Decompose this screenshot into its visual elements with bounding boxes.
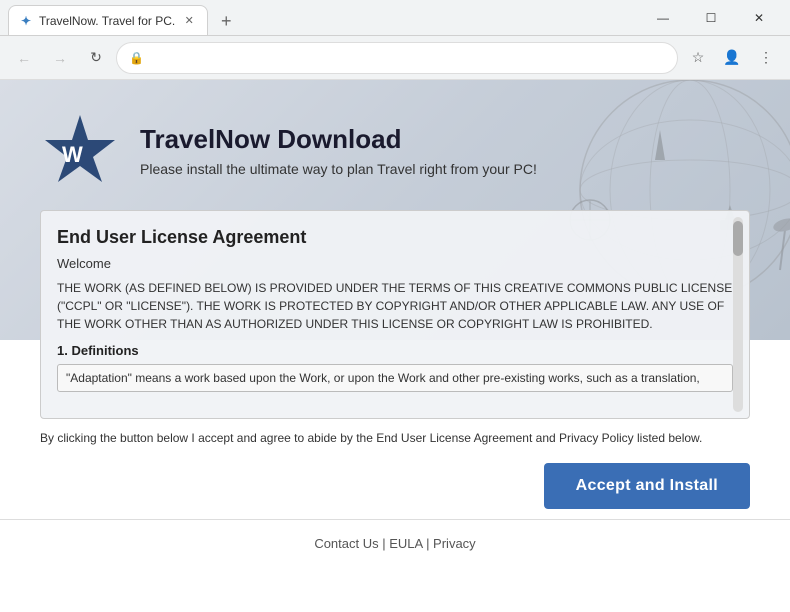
active-tab[interactable]: ✦ TravelNow. Travel for PC. ✕ xyxy=(8,5,208,35)
menu-button[interactable]: ⋮ xyxy=(750,42,782,74)
page-title: TravelNow Download xyxy=(140,124,537,155)
consent-text: By clicking the button below I accept an… xyxy=(40,429,750,447)
eula-welcome: Welcome xyxy=(57,256,733,271)
close-window-button[interactable]: ✕ xyxy=(736,3,782,33)
new-tab-button[interactable]: + xyxy=(212,7,240,35)
eula-container: End User License Agreement Welcome THE W… xyxy=(40,210,750,419)
bookmark-button[interactable]: ☆ xyxy=(682,42,714,74)
eula-definition-text: "Adaptation" means a work based upon the… xyxy=(57,364,733,392)
lock-icon: 🔒 xyxy=(129,51,144,65)
footer-links: Contact Us | EULA | Privacy xyxy=(314,536,475,551)
forward-button[interactable]: → xyxy=(44,42,76,74)
tab-title: TravelNow. Travel for PC. xyxy=(39,14,175,28)
page-header: W TravelNow Download Please install the … xyxy=(0,80,790,210)
address-bar[interactable]: 🔒 xyxy=(116,42,678,74)
eula-body-text: THE WORK (AS DEFINED BELOW) IS PROVIDED … xyxy=(57,279,733,333)
tab-close-button[interactable]: ✕ xyxy=(181,13,197,29)
nav-actions: ☆ 👤 ⋮ xyxy=(682,42,782,74)
title-bar: ✦ TravelNow. Travel for PC. ✕ + — ☐ ✕ xyxy=(0,0,790,36)
svg-text:W: W xyxy=(62,142,83,167)
minimize-button[interactable]: — xyxy=(640,3,686,33)
window-controls: — ☐ ✕ xyxy=(640,3,782,33)
back-button[interactable]: ← xyxy=(8,42,40,74)
eula-title: End User License Agreement xyxy=(57,227,733,248)
eula-scrollbar-track[interactable] xyxy=(733,217,743,412)
page-footer: Contact Us | EULA | Privacy xyxy=(0,519,790,567)
eula-scrollbar-thumb[interactable] xyxy=(733,221,743,256)
accept-button-area: Accept and Install xyxy=(40,463,750,509)
header-text: TravelNow Download Please install the ul… xyxy=(140,124,537,177)
tab-area: ✦ TravelNow. Travel for PC. ✕ + xyxy=(8,0,640,35)
browser-content: W TravelNow Download Please install the … xyxy=(0,80,790,612)
accept-install-button[interactable]: Accept and Install xyxy=(544,463,750,509)
profile-button[interactable]: 👤 xyxy=(716,42,748,74)
eula-section-title: 1. Definitions xyxy=(57,343,733,358)
page-background: W TravelNow Download Please install the … xyxy=(0,80,790,612)
logo: W xyxy=(40,110,120,190)
maximize-button[interactable]: ☐ xyxy=(688,3,734,33)
navigation-bar: ← → ↻ 🔒 ☆ 👤 ⋮ xyxy=(0,36,790,80)
page-subtitle: Please install the ultimate way to plan … xyxy=(140,161,537,177)
refresh-button[interactable]: ↻ xyxy=(80,42,112,74)
tab-favicon: ✦ xyxy=(19,14,33,28)
